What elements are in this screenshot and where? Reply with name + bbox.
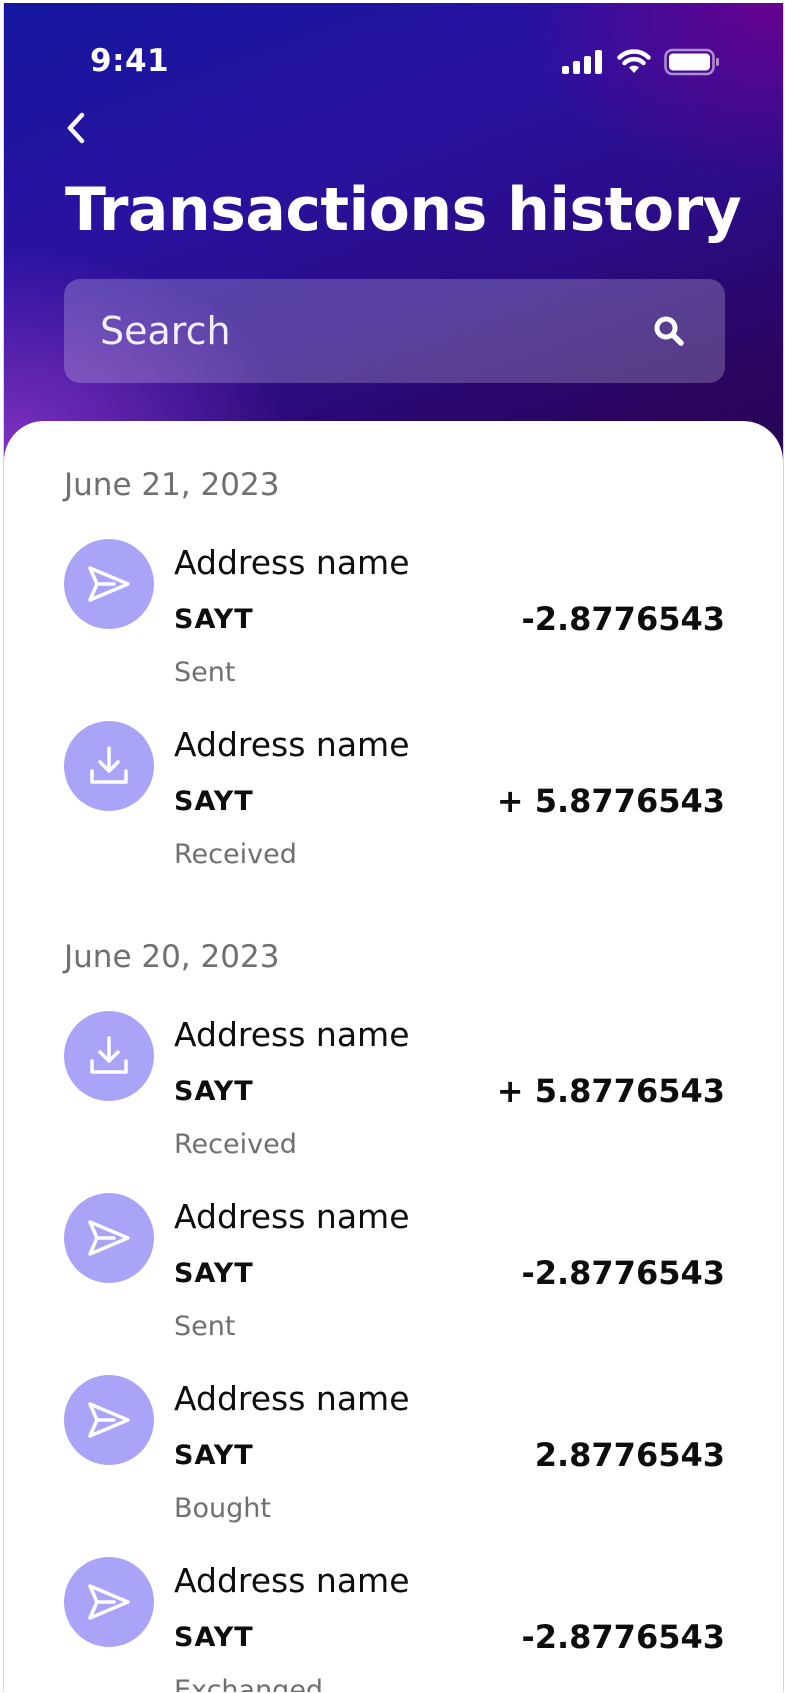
- transaction-avatar: [64, 1375, 154, 1465]
- signal-icon: [562, 50, 602, 74]
- chevron-left-icon: [67, 112, 85, 144]
- back-button[interactable]: [56, 103, 96, 153]
- transaction-ticker: SAYT: [174, 1258, 254, 1289]
- header: 9:41 Transactions history Search: [4, 3, 783, 473]
- transaction-item[interactable]: Address name SAYT Sent -2.8776543: [4, 539, 783, 699]
- transaction-type: Bought: [174, 1493, 271, 1524]
- transaction-ticker: SAYT: [174, 604, 254, 635]
- page-title: Transactions history: [65, 175, 742, 245]
- transaction-name: Address name: [174, 725, 410, 764]
- send-icon: [88, 1584, 130, 1620]
- search-icon[interactable]: [652, 314, 686, 348]
- transaction-avatar: [64, 721, 154, 811]
- transaction-item[interactable]: Address name SAYT Bought 2.8776543: [4, 1375, 783, 1535]
- send-icon: [88, 1220, 130, 1256]
- battery-icon: [664, 48, 719, 76]
- transaction-avatar: [64, 1193, 154, 1283]
- transaction-amount: -2.8776543: [521, 1254, 725, 1292]
- status-time: 9:41: [90, 43, 170, 79]
- transaction-amount: + 5.8776543: [496, 1072, 725, 1110]
- transaction-name: Address name: [174, 1379, 410, 1418]
- transaction-avatar: [64, 539, 154, 629]
- transaction-amount: -2.8776543: [521, 1618, 725, 1656]
- send-icon: [88, 566, 130, 602]
- transaction-item[interactable]: Address name SAYT Received + 5.8776543: [4, 721, 783, 881]
- download-icon: [90, 1036, 128, 1074]
- transaction-amount: 2.8776543: [534, 1436, 725, 1474]
- transaction-ticker: SAYT: [174, 1076, 254, 1107]
- transaction-name: Address name: [174, 1197, 410, 1236]
- transaction-ticker: SAYT: [174, 1622, 254, 1653]
- transaction-amount: -2.8776543: [521, 600, 725, 638]
- status-icons: [562, 48, 720, 76]
- transaction-item[interactable]: Address name SAYT Sent -2.8776543: [4, 1193, 783, 1353]
- transaction-avatar: [64, 1011, 154, 1101]
- download-icon: [90, 746, 128, 784]
- date-heading: June 20, 2023: [64, 939, 280, 975]
- transaction-type: Received: [174, 1129, 297, 1160]
- transaction-avatar: [64, 1557, 154, 1647]
- transaction-name: Address name: [174, 1561, 410, 1600]
- search-bar[interactable]: [64, 279, 725, 383]
- send-icon: [88, 1402, 130, 1438]
- phone-screen: 9:41 Transactions history Search June 21…: [3, 3, 784, 1692]
- transaction-type: Exchanged: [174, 1675, 324, 1692]
- date-heading: June 21, 2023: [64, 467, 280, 503]
- transaction-name: Address name: [174, 543, 410, 582]
- transaction-amount: + 5.8776543: [496, 782, 725, 820]
- wifi-icon: [617, 49, 651, 73]
- search-input[interactable]: [100, 279, 640, 383]
- transaction-name: Address name: [174, 1015, 410, 1054]
- transaction-ticker: SAYT: [174, 1440, 254, 1471]
- transaction-item[interactable]: Address name SAYT Exchanged -2.8776543: [4, 1557, 783, 1692]
- transaction-type: Received: [174, 839, 297, 870]
- transaction-type: Sent: [174, 1311, 236, 1342]
- transaction-type: Sent: [174, 657, 236, 688]
- transaction-item[interactable]: Address name SAYT Received + 5.8776543: [4, 1011, 783, 1171]
- transaction-ticker: SAYT: [174, 786, 254, 817]
- transactions-list: June 21, 2023 Address name SAYT Sent -2.…: [4, 421, 783, 1692]
